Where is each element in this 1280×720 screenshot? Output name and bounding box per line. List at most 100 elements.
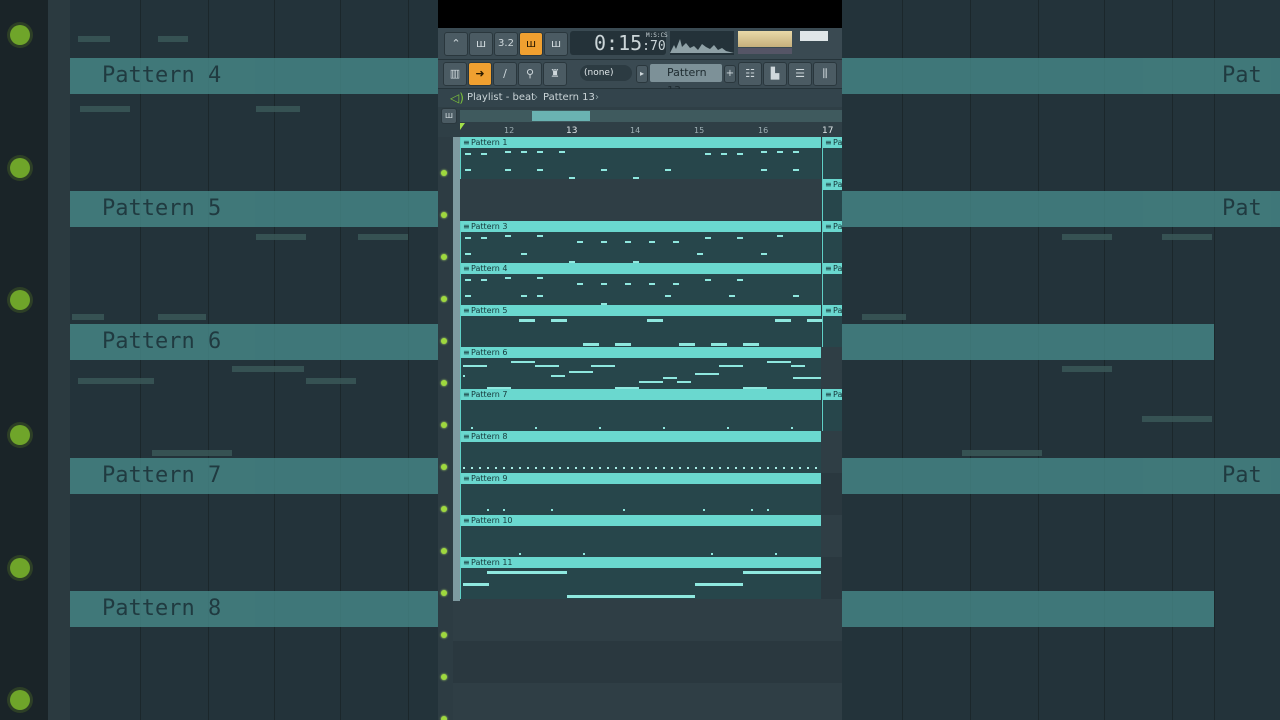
- track-mute-light[interactable]: [441, 380, 447, 386]
- metronome-icon[interactable]: ⌃: [444, 32, 468, 56]
- playlist-tracks[interactable]: Pattern 1 Pa Pa Pattern 3 Pa Pattern 4 P…: [438, 137, 842, 720]
- piano-icon[interactable]: ▥: [443, 62, 467, 86]
- pattern-clip[interactable]: Pattern 7: [460, 389, 821, 431]
- track-mute-light[interactable]: [441, 338, 447, 344]
- mixer-icon[interactable]: ⫼: [813, 62, 837, 86]
- backdrop-pattern-band: Pattern 7: [70, 458, 440, 494]
- clip-label: Pattern 5: [461, 305, 821, 316]
- clip-label: Pattern 3: [461, 221, 821, 232]
- pattern-filter-dropdown[interactable]: (none): [580, 65, 632, 81]
- track-header-column: [438, 137, 453, 720]
- arrow-right-icon[interactable]: ➜: [468, 62, 492, 86]
- track-lane[interactable]: [453, 641, 842, 684]
- track-lane[interactable]: Pattern 10: [453, 515, 842, 558]
- pattern-clip[interactable]: Pattern 10: [460, 515, 821, 557]
- track-mute-light[interactable]: [441, 674, 447, 680]
- pattern-clip[interactable]: Pa: [822, 221, 842, 263]
- bar-number: 14: [630, 126, 641, 135]
- track-lane[interactable]: Pattern 1 Pa: [453, 137, 842, 180]
- snap-icon[interactable]: ш: [441, 108, 457, 124]
- speaker-icon[interactable]: ◁): [450, 89, 464, 107]
- clip-label: Pa: [823, 221, 842, 232]
- scrollbar-thumb[interactable]: [532, 111, 590, 121]
- fl-studio-window: ⌃ ш 3.2 ш ш 0:15:70 M:S:CS ▥ ➜ ∕ ⚲ ♜ (no…: [438, 0, 842, 720]
- playlist-left-scroll-marker[interactable]: [453, 137, 460, 601]
- pattern-clip[interactable]: Pattern 9: [460, 473, 821, 515]
- bar-number: 13: [566, 126, 578, 136]
- clip-label: Pattern 7: [461, 389, 821, 400]
- pattern-clip[interactable]: Pa: [822, 389, 842, 431]
- pattern-clip[interactable]: Pattern 1: [460, 137, 821, 179]
- right-backdrop: Pat Pat Pat: [842, 0, 1280, 720]
- track-lane[interactable]: Pattern 7 Pa: [453, 389, 842, 432]
- track-mute-light[interactable]: [441, 296, 447, 302]
- track-lane[interactable]: Pattern 8: [453, 431, 842, 474]
- timeline-ruler[interactable]: ш 12 13 14 15 16 17: [438, 107, 842, 137]
- track-lane[interactable]: Pattern 11: [453, 557, 842, 600]
- tempo-button[interactable]: 3.2: [494, 32, 518, 56]
- track-lane[interactable]: Pa: [453, 179, 842, 222]
- loop-record-icon[interactable]: ш: [544, 32, 568, 56]
- pattern-selector[interactable]: Pattern 13: [650, 64, 722, 97]
- track-mute-light[interactable]: [441, 464, 447, 470]
- track-lane[interactable]: Pattern 5 Pa: [453, 305, 842, 348]
- pattern-clip[interactable]: Pattern 8: [460, 431, 821, 473]
- breadcrumb-playlist[interactable]: Playlist - beat: [467, 89, 535, 107]
- breadcrumb-pattern[interactable]: Pattern 13: [543, 89, 595, 107]
- left-backdrop: Pattern 4 Pattern 5 Pattern 6 Pattern 7 …: [0, 0, 440, 720]
- track-mute-light[interactable]: [441, 212, 447, 218]
- wait-record-icon[interactable]: ш: [469, 32, 493, 56]
- pattern-clip[interactable]: Pa: [822, 179, 842, 221]
- backdrop-pattern-band: Pat: [842, 191, 1280, 227]
- pattern-clip[interactable]: Pattern 3: [460, 221, 821, 263]
- track-mute-light[interactable]: [441, 422, 447, 428]
- track-light-icon: [10, 558, 30, 578]
- clip-label: Pa: [823, 179, 842, 190]
- backdrop-pattern-band: Pattern 4: [70, 58, 440, 94]
- backdrop-scroll-strip: [48, 0, 70, 720]
- playlist-view-icon[interactable]: ☷: [738, 62, 762, 86]
- track-mute-light[interactable]: [441, 716, 447, 720]
- backdrop-pattern-band: Pattern 6: [70, 324, 440, 360]
- track-mute-light[interactable]: [441, 548, 447, 554]
- channel-rack-icon[interactable]: ▙: [763, 62, 787, 86]
- track-lane[interactable]: Pattern 3 Pa: [453, 221, 842, 264]
- step-edit-icon[interactable]: ш: [519, 32, 543, 56]
- add-pattern-icon[interactable]: +: [724, 65, 736, 83]
- track-mute-light[interactable]: [441, 170, 447, 176]
- pattern-clip[interactable]: Pattern 5: [460, 305, 823, 347]
- song-position-display: 0:15:70 M:S:CS: [570, 31, 668, 55]
- clip-label: Pattern 4: [461, 263, 821, 274]
- track-lane[interactable]: Pattern 4 Pa: [453, 263, 842, 306]
- horizontal-scrollbar[interactable]: [460, 110, 842, 122]
- pattern-clip[interactable]: Pattern 6: [460, 347, 821, 389]
- pattern-clip[interactable]: Pattern 4: [460, 263, 821, 305]
- track-lane[interactable]: [453, 683, 842, 720]
- brush-icon[interactable]: ∕: [493, 62, 517, 86]
- track-mute-light[interactable]: [441, 506, 447, 512]
- track-light-icon: [10, 25, 30, 45]
- track-mute-light[interactable]: [441, 632, 447, 638]
- pattern-clip[interactable]: Pa: [822, 305, 842, 347]
- track-lane[interactable]: [453, 599, 842, 642]
- breadcrumb: ◁) Playlist - beat › Pattern 13 ›: [438, 89, 842, 107]
- link-icon[interactable]: ⚲: [518, 62, 542, 86]
- pattern-clip[interactable]: Pa: [822, 137, 842, 179]
- backdrop-pattern-band: Pat: [842, 458, 1280, 494]
- track-lane[interactable]: Pattern 9: [453, 473, 842, 516]
- letterbox-top: [438, 0, 842, 28]
- play-triangle-icon[interactable]: ▸: [636, 65, 648, 83]
- track-mute-light[interactable]: [441, 254, 447, 260]
- track-lane[interactable]: Pattern 6: [453, 347, 842, 390]
- browser-icon[interactable]: ☰: [788, 62, 812, 86]
- backdrop-pattern-band: [842, 591, 1214, 627]
- bar-number: 15: [694, 126, 705, 135]
- clip-label: Pa: [823, 137, 842, 148]
- clip-label: Pattern 1: [461, 137, 821, 148]
- pattern-clip[interactable]: Pa: [822, 263, 842, 305]
- pattern-clip[interactable]: Pattern 11: [460, 557, 821, 599]
- stamp-icon[interactable]: ♜: [543, 62, 567, 86]
- track-mute-light[interactable]: [441, 590, 447, 596]
- playhead-marker[interactable]: [460, 123, 465, 130]
- track-light-icon: [10, 290, 30, 310]
